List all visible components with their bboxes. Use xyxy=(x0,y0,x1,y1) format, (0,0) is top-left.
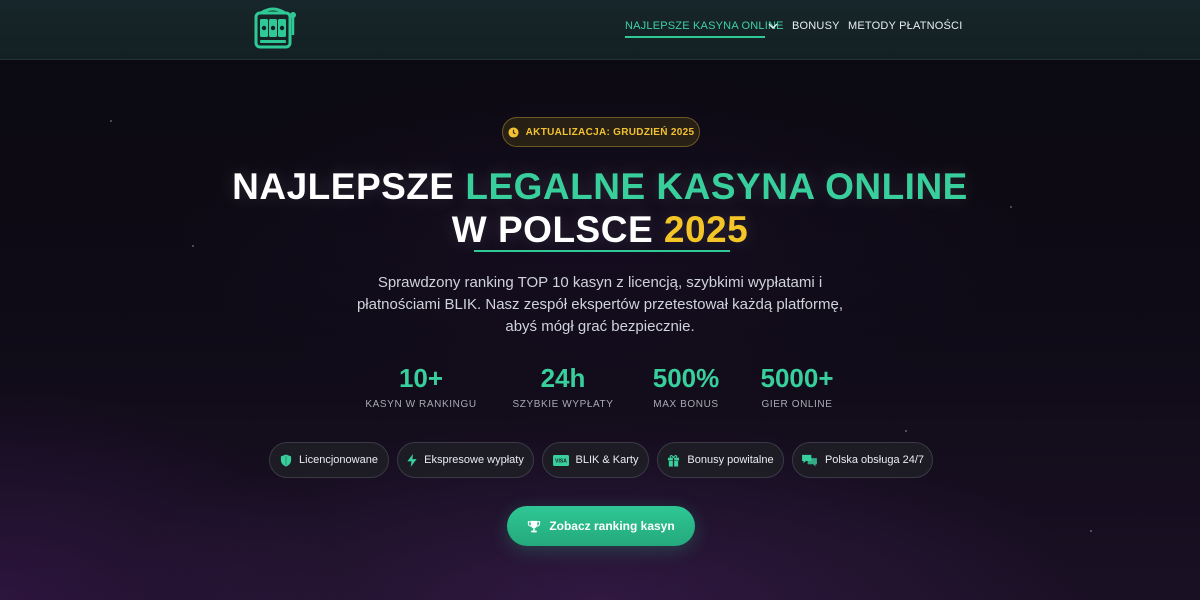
lightning-icon xyxy=(407,453,417,467)
hero-title-line2: W POLSCE 2025 xyxy=(0,208,1200,252)
stat-label: MAX BONUS xyxy=(653,399,719,410)
stat-value: 24h xyxy=(540,363,586,393)
feature-licensed: Licencjonowane xyxy=(269,442,389,478)
nav-item-bonuses[interactable]: BONUSY xyxy=(792,20,840,32)
stat-value: 500% xyxy=(652,363,720,393)
star-decoration xyxy=(1090,530,1092,532)
stat-label: GIER ONLINE xyxy=(761,399,833,410)
nav-active-underline xyxy=(625,36,765,38)
star-decoration xyxy=(905,430,907,432)
visa-card-icon: VISA xyxy=(552,454,569,466)
update-badge-text: AKTUALIZACJA: GRUDZIEŃ 2025 xyxy=(525,126,695,138)
feature-welcome-bonuses: Bonusy powitalne xyxy=(657,442,784,478)
nav-item-best-casinos[interactable]: NAJLEPSZE KASYNA ONLINE xyxy=(625,20,784,32)
stat-casinos: 10+ KASYN W RANKINGU xyxy=(356,362,486,410)
shield-icon xyxy=(280,453,292,467)
feature-label: Bonusy powitalne xyxy=(687,454,774,466)
feature-polish-support: Polska obsługa 24/7 xyxy=(792,442,933,478)
feature-label: Licencjonowane xyxy=(299,454,378,466)
clock-icon xyxy=(508,126,519,138)
chat-icon xyxy=(802,454,817,467)
chevron-down-icon[interactable] xyxy=(768,21,778,31)
nav-item-payment-methods[interactable]: METODY PŁATNOŚCI xyxy=(848,20,962,32)
stat-label: KASYN W RANKINGU xyxy=(365,399,477,410)
star-decoration xyxy=(110,120,112,122)
stat-label: SZYBKIE WYPŁATY xyxy=(512,399,614,410)
hero-description-line1: Sprawdzony ranking TOP 10 kasyn z licenc… xyxy=(377,274,823,291)
feature-label: Polska obsługa 24/7 xyxy=(824,454,925,466)
title-green-part: LEGALNE KASYNA ONLINE xyxy=(465,166,968,207)
title-white-part: W POLSCE xyxy=(451,209,664,250)
feature-label: Ekspresowe wypłaty xyxy=(424,454,524,466)
see-ranking-button-label: Zobacz ranking kasyn xyxy=(549,519,675,533)
see-ranking-button[interactable]: Zobacz ranking kasyn xyxy=(507,506,695,546)
stat-payouts: 24h SZYBKIE WYPŁATY xyxy=(498,362,628,410)
stat-value: 5000+ xyxy=(760,363,834,393)
title-white-part: NAJLEPSZE xyxy=(232,166,466,207)
stat-games: 5000+ GIER ONLINE xyxy=(742,362,852,410)
feature-label: BLIK & Karty xyxy=(575,454,639,466)
stat-bonus: 500% MAX BONUS xyxy=(636,362,736,410)
title-year: 2025 xyxy=(663,209,749,250)
trophy-icon xyxy=(528,520,541,532)
update-badge: AKTUALIZACJA: GRUDZIEŃ 2025 xyxy=(502,117,700,147)
stat-value: 10+ xyxy=(398,363,444,393)
hero-description-line2: płatnościami BLIK. Nasz zespół ekspertów… xyxy=(356,296,844,313)
hero-description-line3: abyś mógł grać bezpiecznie. xyxy=(505,318,695,335)
title-underline xyxy=(474,250,730,252)
svg-text:VISA: VISA xyxy=(555,458,567,464)
site-header: NAJLEPSZE KASYNA ONLINE BONUSY METODY PŁ… xyxy=(0,0,1200,60)
hero-title-line1: NAJLEPSZE LEGALNE KASYNA ONLINE xyxy=(0,165,1200,209)
slot-machine-logo[interactable] xyxy=(253,5,299,49)
feature-blik-cards: VISA BLIK & Karty xyxy=(542,442,649,478)
gift-icon xyxy=(668,454,680,467)
feature-express-payouts: Ekspresowe wypłaty xyxy=(397,442,534,478)
